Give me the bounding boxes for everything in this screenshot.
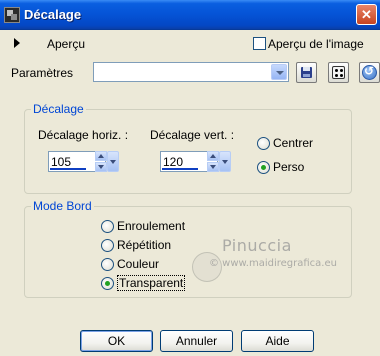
floppy-disk-icon	[301, 67, 312, 78]
watermark-url: © www.maidiregrafica.eu	[209, 258, 337, 269]
color-radio-label[interactable]: Couleur	[117, 257, 159, 271]
value-slider-bar[interactable]	[50, 168, 86, 170]
horizontal-offset-stepper[interactable]	[95, 151, 107, 172]
window-title: Décalage	[24, 7, 82, 22]
randomize-button[interactable]	[328, 62, 349, 83]
horizontal-offset-value: 105	[51, 155, 72, 169]
edge-mode-groupbox: Mode Bord	[24, 199, 352, 298]
title-bar[interactable]: Décalage ✕	[0, 0, 380, 30]
wrap-radio[interactable]	[101, 220, 114, 233]
vertical-offset-value: 120	[163, 155, 184, 169]
dice-icon	[332, 66, 345, 79]
increment-arrow-icon[interactable]	[95, 151, 107, 161]
vertical-offset-dropdown-button[interactable]	[219, 151, 231, 172]
repeat-radio[interactable]	[101, 239, 114, 252]
presets-dropdown[interactable]	[93, 62, 289, 82]
increment-arrow-icon[interactable]	[207, 151, 219, 161]
app-icon	[4, 7, 20, 23]
repeat-radio-label[interactable]: Répétition	[117, 238, 171, 252]
presets-label: Paramètres	[11, 66, 74, 80]
horizontal-offset-dropdown-button[interactable]	[107, 151, 119, 172]
save-preset-button[interactable]	[296, 62, 317, 83]
image-preview-checkbox[interactable]	[253, 37, 266, 50]
preview-label[interactable]: Aperçu	[47, 37, 85, 51]
value-slider-bar[interactable]	[162, 168, 198, 170]
cancel-button[interactable]: Annuler	[160, 330, 233, 352]
vertical-offset-stepper[interactable]	[207, 151, 219, 172]
decrement-arrow-icon[interactable]	[207, 162, 219, 172]
color-radio[interactable]	[101, 258, 114, 271]
vertical-offset-label: Décalage vert. :	[150, 128, 235, 142]
edge-mode-group-title: Mode Bord	[31, 199, 94, 213]
reset-button[interactable]	[359, 62, 380, 83]
watermark-title: Pinuccia	[222, 236, 292, 255]
transparent-radio-label[interactable]: Transparent	[117, 275, 186, 291]
expand-preview-arrow-icon[interactable]	[14, 38, 20, 48]
ok-button[interactable]: OK	[80, 330, 153, 352]
horizontal-offset-label: Décalage horiz. :	[38, 128, 129, 142]
help-button[interactable]: Aide	[241, 330, 314, 352]
close-button[interactable]: ✕	[356, 4, 377, 25]
center-radio-label[interactable]: Centrer	[273, 136, 313, 150]
custom-radio[interactable]	[257, 161, 270, 174]
close-icon: ✕	[361, 7, 372, 22]
reset-icon	[362, 64, 377, 80]
offset-dialog: Décalage ✕ Aperçu Aperçu de l'image Para…	[0, 0, 380, 356]
custom-radio-label[interactable]: Perso	[273, 160, 304, 174]
chevron-down-icon[interactable]	[271, 64, 287, 80]
decrement-arrow-icon[interactable]	[95, 162, 107, 172]
transparent-radio[interactable]	[101, 277, 114, 290]
wrap-radio-label[interactable]: Enroulement	[117, 219, 185, 233]
image-preview-checkbox-label[interactable]: Aperçu de l'image	[268, 37, 364, 51]
center-radio[interactable]	[257, 137, 270, 150]
offset-group-title: Décalage	[31, 102, 86, 116]
transparent-radio-text: Transparent	[117, 275, 186, 291]
